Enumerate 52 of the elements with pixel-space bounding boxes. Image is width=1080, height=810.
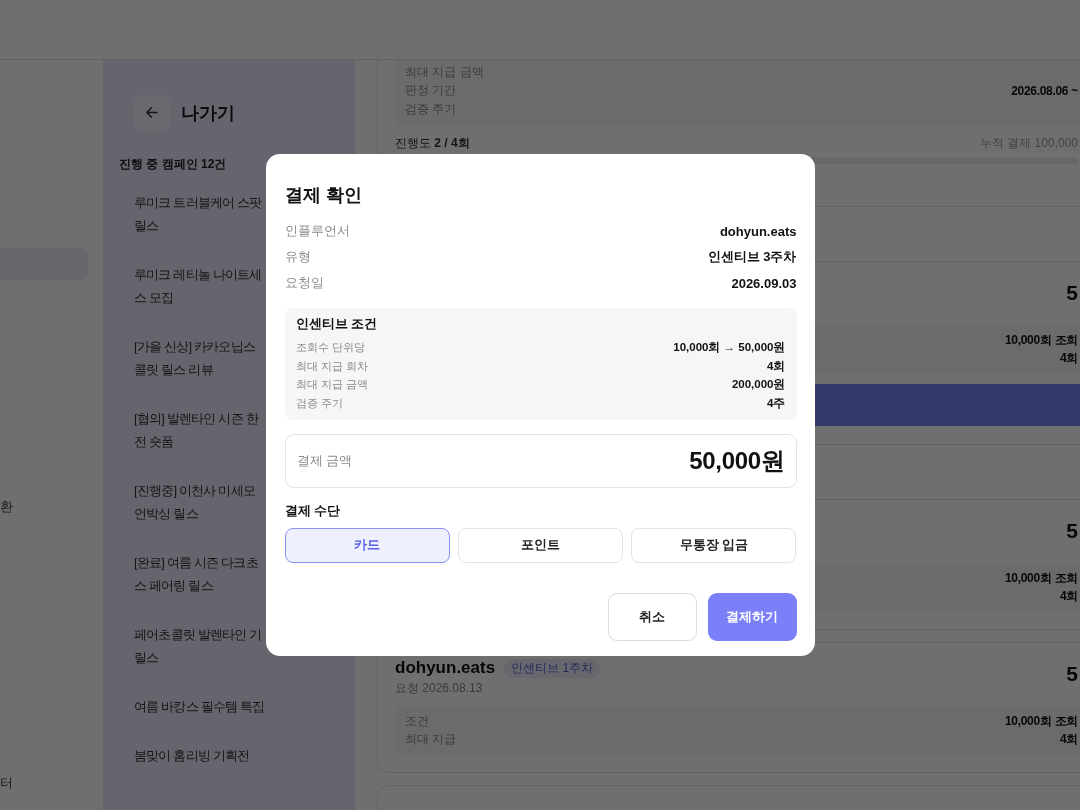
confirm-button[interactable]: 결제하기: [707, 592, 797, 641]
amount-text: 5: [1066, 280, 1078, 306]
campaign-item[interactable]: [협의] 발렌타인 시즌 한 전 숏폼: [119, 394, 258, 466]
campaign-item[interactable]: 페어초콜릿 발렌타인 기 릴스: [119, 610, 262, 682]
panel-title: 인센티브 조건: [295, 315, 378, 334]
condition-value: 10,000회 조회: [1004, 712, 1078, 730]
influencer-name: dohyun.eats: [395, 657, 496, 679]
info-label: 유형: [284, 248, 311, 267]
nav-item[interactable]: 터: [0, 767, 13, 799]
back-label: 나가기: [181, 101, 235, 125]
info-value: 인센티브 3주차: [707, 248, 797, 267]
payment-method-option[interactable]: 무통장 입금: [631, 527, 797, 563]
arrow-left-icon: [146, 107, 158, 118]
condition-value: 4회: [767, 358, 786, 374]
campaign-item[interactable]: 루미크 트러블케어 스팟 릴스: [119, 178, 262, 250]
payment-method-option[interactable]: 포인트: [457, 527, 624, 563]
amount-label: 결제 금액: [296, 451, 353, 470]
condition-value: 4회: [1059, 350, 1078, 368]
condition-value: 4회: [1059, 731, 1078, 749]
condition-value: 200,000원: [731, 377, 786, 393]
campaign-item[interactable]: 봄맞이 홈리빙 기획전: [119, 731, 250, 780]
campaign-item[interactable]: [진행중] 이천사 미세모 언박싱 릴스: [119, 466, 256, 538]
amount-value: 50,000원: [689, 445, 785, 476]
payment-method-option[interactable]: 카드: [284, 527, 450, 563]
condition-value: 4주: [767, 396, 786, 412]
campaign-item[interactable]: [완료] 여름 시즌 다크초 스 페어링 릴스: [119, 538, 258, 610]
info-label: 인플루언서: [284, 222, 350, 241]
condition-value: 4회: [1059, 588, 1078, 606]
amount-text: 5: [1066, 518, 1078, 544]
condition-value: 10,000회 조회: [1004, 569, 1078, 587]
info-value: dohyun.eats: [719, 223, 797, 239]
info-value: 2026.09.03: [731, 275, 797, 291]
cancel-button[interactable]: 취소: [607, 592, 697, 641]
campaign-item[interactable]: 루미크 레티놀 나이트세 스 모집: [119, 250, 262, 322]
condition-value: 10,000회 조회: [1004, 331, 1078, 349]
amount-text: 5: [1066, 661, 1078, 687]
campaign-item[interactable]: [가을 신상] 카카오닙스 콜릿 릴스 리뷰: [119, 322, 256, 394]
condition-label: 최대 지급 금액: [295, 377, 368, 393]
campaign-count: 진행 중 캠페인 12건: [119, 156, 227, 172]
back-button[interactable]: [134, 95, 170, 130]
progress-text: 진행도 2 / 4회: [395, 134, 470, 152]
info-label: 요청일: [284, 274, 324, 293]
type-badge: 인센티브 1주차: [504, 658, 601, 678]
condition-value: 10,000회 → 50,000원: [673, 339, 786, 355]
condition-label: 검증 주기: [295, 396, 343, 412]
condition-label: 조회수 단위당: [295, 339, 365, 355]
condition-value: 2026.08.06 ~: [1011, 83, 1078, 98]
nav-item[interactable]: 환: [0, 491, 13, 523]
condition-label: 최대 지급 회차: [295, 358, 368, 374]
campaign-item[interactable]: 여름 바캉스 필수템 특집: [119, 682, 265, 731]
section-title: 결제 수단: [284, 501, 341, 520]
dialog-title: 결제 확인: [284, 184, 362, 208]
